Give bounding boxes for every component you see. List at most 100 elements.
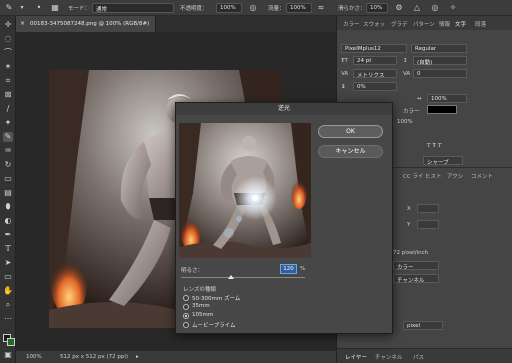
background-color-swatch[interactable] [7,338,15,346]
text-style-icons[interactable]: T 𝐓 𝑇 [427,143,441,150]
quick-mask-icon[interactable]: ▣ [3,350,13,360]
brush-tool-icon[interactable]: ✎ [3,132,13,142]
document-tab[interactable]: × 00183-3475087248.png @ 100% (RGB/8#) [16,16,156,32]
history-brush-tool-icon[interactable]: ↻ [3,160,13,170]
horizontal-scale-input[interactable]: 100% [427,94,467,103]
smoothing-input[interactable]: 10% [366,3,388,13]
brightness-unit: % [300,266,306,272]
leading-input[interactable]: (自動) [413,56,467,66]
zoom-tool-icon[interactable]: ⌕ [3,300,13,310]
brush-preset-icon[interactable]: • [34,3,44,13]
angle-icon[interactable]: △ [412,3,422,13]
tab-gradients[interactable]: グラデ [391,20,408,28]
font-family-select[interactable]: PixelMplus12 [341,44,407,53]
x-input[interactable] [417,204,439,213]
brightness-slider-track[interactable] [181,277,305,278]
antialias-select[interactable]: シャープ [423,156,463,166]
flow-input[interactable]: 100% [286,3,312,13]
flare-preview[interactable] [179,123,311,258]
document-size: 512 px x 512 px (72 ppi) [60,354,129,360]
tab-swatches[interactable]: スウォッ [363,20,385,28]
tab-info[interactable]: 情報 [439,20,450,28]
y-input[interactable] [417,220,439,229]
airbrush-icon[interactable]: ≈ [316,3,326,13]
tab-color[interactable]: カラー [343,20,360,28]
tab-paths[interactable]: パス [413,353,424,361]
tracking-icon: VA [403,71,411,77]
eyedropper-tool-icon[interactable]: ∕ [3,104,13,114]
magic-wand-tool-icon[interactable]: ✶ [3,62,13,72]
document-tab-bar: × 00183-3475087248.png @ 100% (RGB/8#) [16,16,336,32]
brush-settings-icon[interactable]: ▦ [50,3,60,13]
brightness-slider-thumb[interactable] [228,275,234,279]
y-label: Y [407,222,411,228]
marquee-tool-icon[interactable]: ◌ [3,34,13,44]
mode-select[interactable]: 通常 [92,3,174,13]
ok-button[interactable]: OK [318,125,383,138]
mode-label: モード： [68,6,91,12]
lens-radio-105mm[interactable] [183,313,189,319]
zoom-level[interactable]: 100% [26,354,42,360]
tab-layers[interactable]: レイヤー [345,353,367,361]
rectangle-tool-icon[interactable]: ▭ [3,272,13,282]
text-color-swatch[interactable] [427,105,457,114]
symmetry-icon[interactable]: ✧ [448,3,458,13]
brush-tool-icon[interactable]: ✎ [4,3,14,13]
tab-actions[interactable]: アクシ [447,172,463,180]
frame-tool-icon[interactable]: ⊠ [3,90,13,100]
pressure-opacity-icon[interactable]: ◎ [248,3,258,13]
cancel-button[interactable]: キャンセル [318,145,383,158]
tab-channels[interactable]: チャンネル [375,353,402,361]
blur-tool-icon[interactable]: ⬮ [3,202,13,212]
lens-option-movie-prime[interactable]: ムービープライム [192,321,236,329]
type-tool-icon[interactable]: T [3,244,13,254]
tab-histogram[interactable]: ヒスト [425,172,442,180]
leading-icon: ↕ [403,58,408,64]
font-size-input[interactable]: 24 pt [353,56,397,65]
vertical-scale-input[interactable]: 0% [353,82,397,91]
hand-tool-icon[interactable]: ✋ [3,286,13,296]
move-tool-icon[interactable]: ✛ [3,20,13,30]
color-mode-select[interactable]: カラー [393,261,439,271]
lens-radio-movie-prime[interactable] [183,322,189,328]
status-menu-chevron-icon[interactable]: ▸ [136,354,139,360]
tab-character[interactable]: 文字 [455,20,466,28]
font-style-select[interactable]: Regular [411,44,467,53]
brightness-input[interactable]: 120 [280,264,297,274]
dialog-title: 逆光 [176,103,392,115]
clone-stamp-tool-icon[interactable]: ♒ [3,146,13,156]
opacity-value: 100% [397,119,413,125]
kerning-select[interactable]: メトリクス [353,69,397,79]
smoothing-label: 滑らかさ： [338,6,366,12]
dropdown-chevron-icon[interactable]: ▾ [17,3,27,13]
lens-option-35mm[interactable]: 35mm [192,303,210,309]
channel-select[interactable]: チャンネル [393,274,439,284]
dodge-tool-icon[interactable]: ◐ [3,216,13,226]
close-icon[interactable]: × [20,20,25,27]
crop-tool-icon[interactable]: ⌗ [3,76,13,86]
tab-cc-libraries[interactable]: CC ライ [403,172,423,180]
more-tools-icon[interactable]: ⋯ [3,314,13,324]
opacity-input[interactable]: 100% [216,3,242,13]
lens-radio-50-300mm[interactable] [183,295,189,301]
tab-comments[interactable]: コメント [471,172,493,180]
document-title: 00183-3475087248.png @ 100% (RGB/8#) [30,21,150,27]
tracking-input[interactable]: 0 [413,69,467,78]
pressure-size-icon[interactable]: ◎ [430,3,440,13]
unit-select[interactable]: pixel [403,321,443,330]
resolution-value: 72 pixel/inch [393,250,429,256]
pen-tool-icon[interactable]: ✒ [3,230,13,240]
lens-option-50-300mm[interactable]: 50-300mm ズーム [192,294,240,302]
tab-paragraph[interactable]: 段落 [475,20,486,28]
eraser-tool-icon[interactable]: ▭ [3,174,13,184]
lens-radio-35mm[interactable] [183,304,189,310]
gradient-tool-icon[interactable]: ▤ [3,188,13,198]
kerning-icon: VA [341,71,349,77]
lasso-tool-icon[interactable]: ⌒ [3,48,13,58]
path-selection-tool-icon[interactable]: ➤ [3,258,13,268]
tab-patterns[interactable]: パターン [413,20,435,28]
lens-type-label: レンズの種類 [183,287,216,293]
gear-icon[interactable]: ⚙ [394,3,404,13]
lens-option-105mm[interactable]: 105mm [192,312,213,318]
healing-brush-tool-icon[interactable]: ✦ [3,118,13,128]
